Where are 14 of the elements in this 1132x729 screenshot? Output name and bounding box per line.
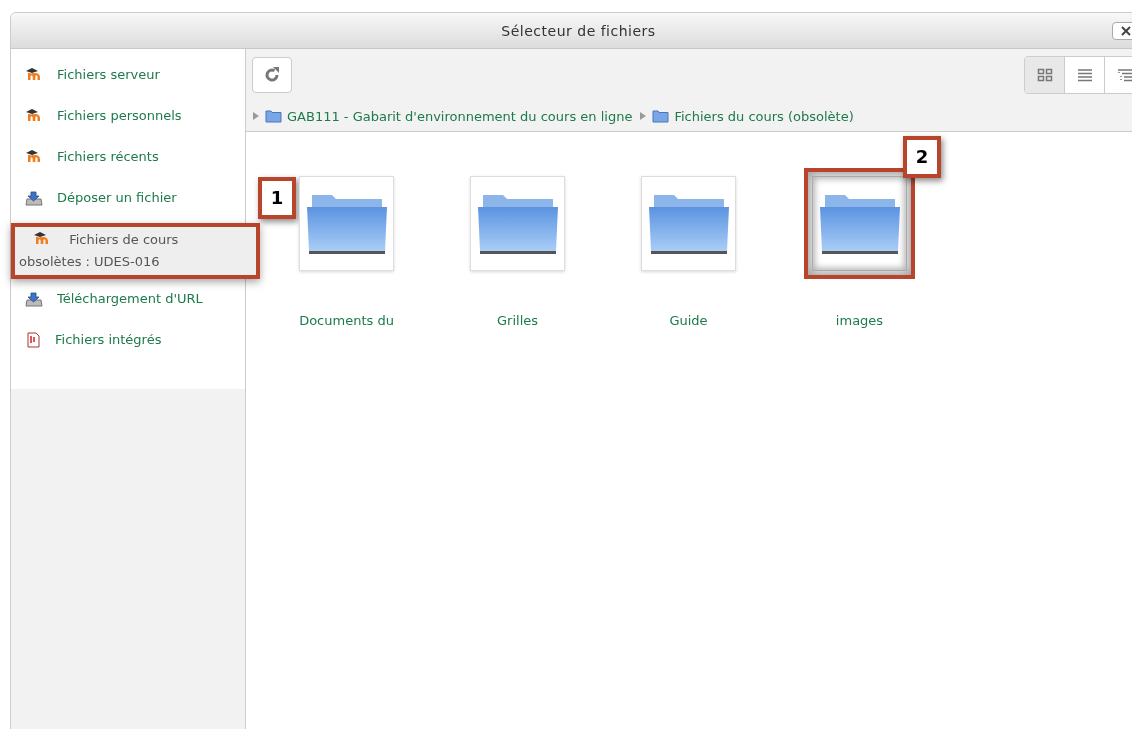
folder-name[interactable]: Grilles (497, 313, 538, 328)
callout-number: 2 (903, 136, 941, 178)
sidebar-item[interactable]: Fichiers personnels (11, 100, 245, 141)
sidebar-item[interactable]: Fichiers serveur (11, 59, 245, 100)
sidebar-item[interactable]: Déposer un fichier (11, 182, 245, 223)
window-title: Sélecteur de fichiers (501, 22, 656, 39)
sidebar-item[interactable]: Fichiers intégrés (11, 324, 245, 365)
breadcrumb-link[interactable]: Fichiers du cours (obsolète) (674, 108, 854, 124)
folder-name[interactable]: images (835, 313, 884, 328)
folder-name[interactable]: Guide (669, 313, 708, 328)
sidebar-item[interactable]: Téléchargement d'URL (11, 283, 245, 324)
breadcrumb-link[interactable]: GAB111 - Gabarit d'environnement du cours en ligne (287, 108, 633, 124)
folder-name[interactable]: Documents du (299, 313, 394, 328)
callout-number: 1 (258, 177, 296, 219)
